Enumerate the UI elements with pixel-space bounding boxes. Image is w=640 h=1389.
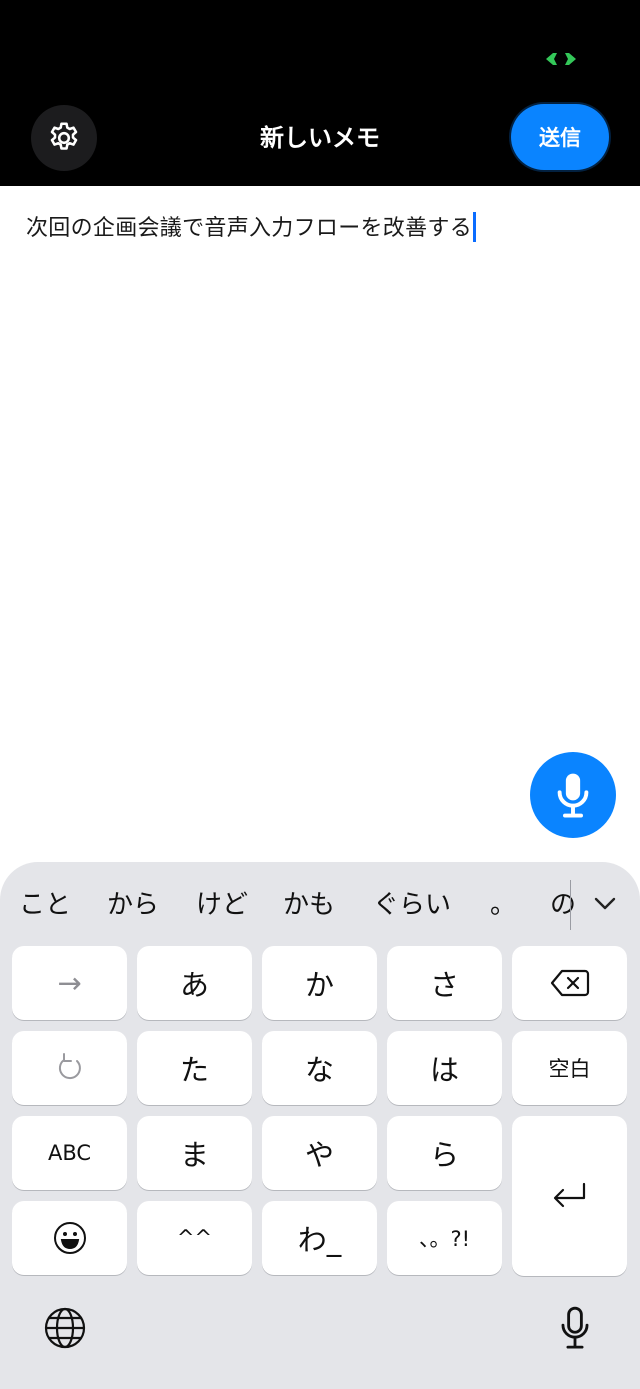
key-ra[interactable]: ら bbox=[387, 1116, 502, 1190]
key-sa[interactable]: さ bbox=[387, 946, 502, 1020]
send-button[interactable]: 送信 bbox=[511, 104, 609, 170]
suggestion-item[interactable]: ぐらい bbox=[373, 884, 451, 921]
undo-icon bbox=[58, 1053, 81, 1080]
key-a[interactable]: あ bbox=[137, 946, 252, 1020]
suggestion-item[interactable]: こと bbox=[19, 884, 71, 921]
emoji-icon bbox=[53, 1222, 86, 1254]
microphone-icon bbox=[561, 1306, 589, 1349]
arrow-key[interactable]: → bbox=[12, 946, 127, 1020]
key-na[interactable]: な bbox=[262, 1031, 377, 1105]
undo-key[interactable] bbox=[12, 1031, 127, 1105]
space-key[interactable]: 空白 bbox=[512, 1031, 627, 1105]
key-wa[interactable]: わ_ bbox=[262, 1201, 377, 1275]
key-ya[interactable]: や bbox=[262, 1116, 377, 1190]
backspace-key[interactable] bbox=[512, 946, 627, 1020]
punctuation-key[interactable]: 、。?! bbox=[387, 1201, 502, 1275]
key-ha[interactable]: は bbox=[387, 1031, 502, 1105]
keyboard: こと から けど かも ぐらい 。 の → あ か さ た な は 空白 ABC… bbox=[0, 862, 640, 1389]
globe-button[interactable] bbox=[41, 1304, 89, 1352]
chevron-down-icon[interactable] bbox=[590, 890, 620, 916]
voice-input-button[interactable] bbox=[530, 752, 616, 838]
suggestion-item[interactable]: の bbox=[550, 884, 576, 921]
emoticon-key[interactable]: ^^ bbox=[137, 1201, 252, 1275]
text-caret bbox=[473, 212, 476, 242]
return-key[interactable] bbox=[512, 1116, 627, 1276]
top-bar: 新しいメモ 送信 bbox=[0, 0, 640, 186]
suggestion-item[interactable]: けど bbox=[196, 884, 248, 921]
divider bbox=[570, 880, 571, 930]
microphone-icon bbox=[557, 773, 589, 818]
return-icon bbox=[553, 1182, 585, 1208]
emoji-key[interactable] bbox=[12, 1201, 127, 1275]
suggestion-item[interactable]: かも bbox=[283, 884, 335, 921]
suggestion-item[interactable]: 。 bbox=[490, 884, 516, 921]
backspace-icon bbox=[550, 969, 589, 997]
suggestion-item[interactable]: から bbox=[107, 884, 159, 921]
status-indicator-icon bbox=[542, 50, 580, 68]
key-ta[interactable]: た bbox=[137, 1031, 252, 1105]
key-ka[interactable]: か bbox=[262, 946, 377, 1020]
note-text-area[interactable]: 次回の企画会議で音声入力フローを改善する bbox=[26, 210, 476, 242]
dictation-button[interactable] bbox=[551, 1304, 599, 1352]
globe-icon bbox=[44, 1307, 86, 1349]
note-text: 次回の企画会議で音声入力フローを改善する bbox=[26, 216, 473, 241]
abc-key[interactable]: ABC bbox=[12, 1116, 127, 1190]
key-ma[interactable]: ま bbox=[137, 1116, 252, 1190]
suggestion-bar: こと から けど かも ぐらい 。 の bbox=[0, 862, 640, 944]
